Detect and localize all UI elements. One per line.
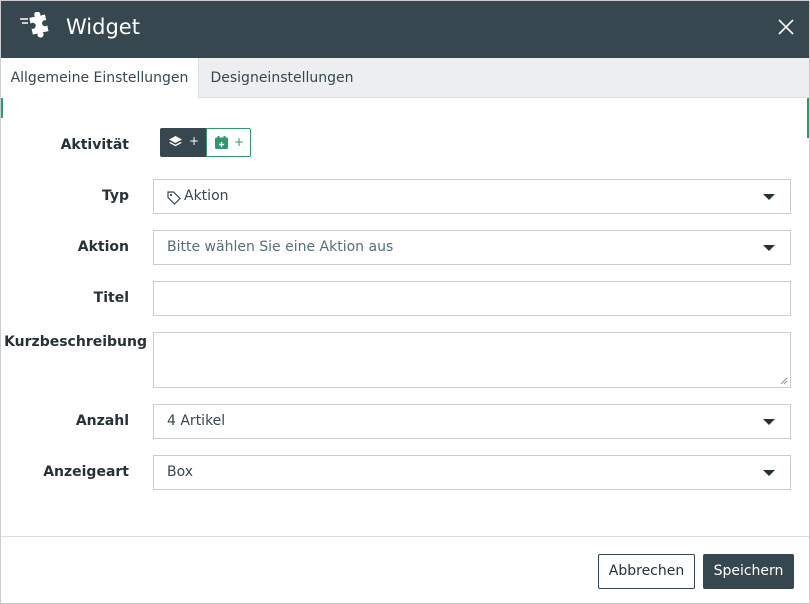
edge-indicator xyxy=(1,98,3,118)
add-calendar-button[interactable]: + xyxy=(206,128,251,157)
resize-handle-icon[interactable] xyxy=(780,377,788,385)
tab-designeinstellungen[interactable]: Designeinstellungen xyxy=(199,58,365,98)
typ-label: Typ xyxy=(101,188,129,204)
chevron-down-icon xyxy=(763,194,775,200)
widget-dialog: Widget Allgemeine Einstellungen Designei… xyxy=(0,0,810,604)
anzahl-select[interactable]: 4 Artikel xyxy=(153,404,791,439)
typ-select[interactable]: Aktion xyxy=(153,179,791,214)
titel-label: Titel xyxy=(93,290,129,306)
anzeigeart-value: Box xyxy=(167,464,194,480)
aktivitaet-label: Aktivität xyxy=(60,137,129,153)
cancel-button[interactable]: Abbrechen xyxy=(598,554,695,589)
edge-indicator-right xyxy=(807,98,809,138)
aktion-placeholder: Bitte wählen Sie eine Aktion aus xyxy=(167,239,394,255)
titel-input[interactable] xyxy=(153,281,791,316)
layers-icon xyxy=(169,136,182,147)
kurzbeschreibung-textarea[interactable] xyxy=(153,332,791,388)
typ-value: Aktion xyxy=(184,188,229,204)
puzzle-logo-icon xyxy=(20,12,49,38)
close-icon[interactable] xyxy=(777,18,795,36)
tag-icon xyxy=(167,191,181,205)
anzeigeart-label: Anzeigeart xyxy=(43,464,129,480)
dialog-header: Widget xyxy=(1,1,809,58)
add-layer-button[interactable]: + xyxy=(160,128,206,157)
plus-label: + xyxy=(234,135,245,149)
aktivitaet-button-group: + + xyxy=(160,128,251,157)
aktion-select[interactable]: Bitte wählen Sie eine Aktion aus xyxy=(153,230,791,265)
kurzbeschreibung-label: Kurzbeschreibung xyxy=(4,334,147,350)
calendar-plus-icon xyxy=(215,136,228,149)
tab-allgemeine-einstellungen[interactable]: Allgemeine Einstellungen xyxy=(1,58,199,99)
tab-bar: Allgemeine Einstellungen Designeinstellu… xyxy=(1,58,809,99)
dialog-footer: Abbrechen Speichern xyxy=(1,536,809,603)
chevron-down-icon xyxy=(763,245,775,251)
plus-label: + xyxy=(189,134,200,148)
save-button[interactable]: Speichern xyxy=(703,554,794,589)
chevron-down-icon xyxy=(763,419,775,425)
anzahl-value: 4 Artikel xyxy=(167,413,226,429)
dialog-title: Widget xyxy=(66,15,140,39)
chevron-down-icon xyxy=(763,470,775,476)
anzahl-label: Anzahl xyxy=(75,413,129,429)
aktion-label: Aktion xyxy=(77,239,129,255)
anzeigeart-select[interactable]: Box xyxy=(153,455,791,490)
